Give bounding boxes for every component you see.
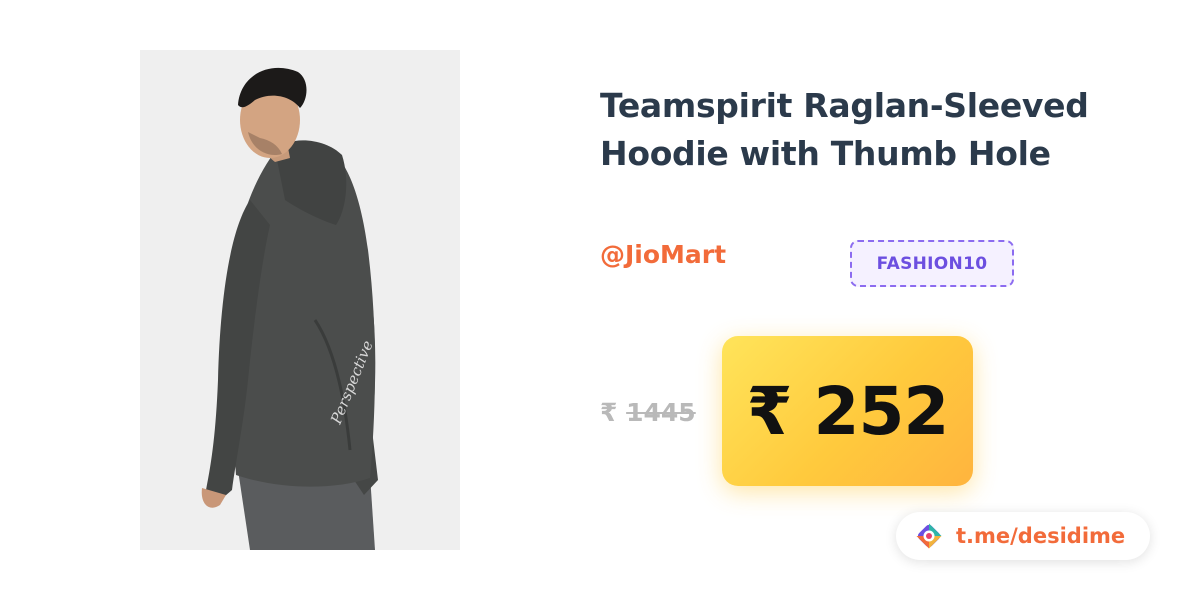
desidime-logo-icon [916,523,942,549]
currency-symbol: ₹ [600,398,618,427]
original-price-value: 1445 [626,398,696,427]
deal-price-box: ₹ 252 [722,336,973,486]
coupon-code-badge[interactable]: FASHION10 [850,240,1014,287]
hoodie-model-illustration: Perspective [140,50,460,550]
product-title: Teamspirit Raglan-Sleeved Hoodie with Th… [600,86,1089,173]
original-price: ₹ 1445 [600,398,696,427]
store-handle[interactable]: @JioMart [600,240,726,269]
product-image: Perspective [140,50,460,550]
telegram-link-button[interactable]: t.me/desidime [896,512,1150,560]
deal-price: ₹ 252 [746,372,950,450]
telegram-link-text[interactable]: t.me/desidime [956,524,1125,548]
